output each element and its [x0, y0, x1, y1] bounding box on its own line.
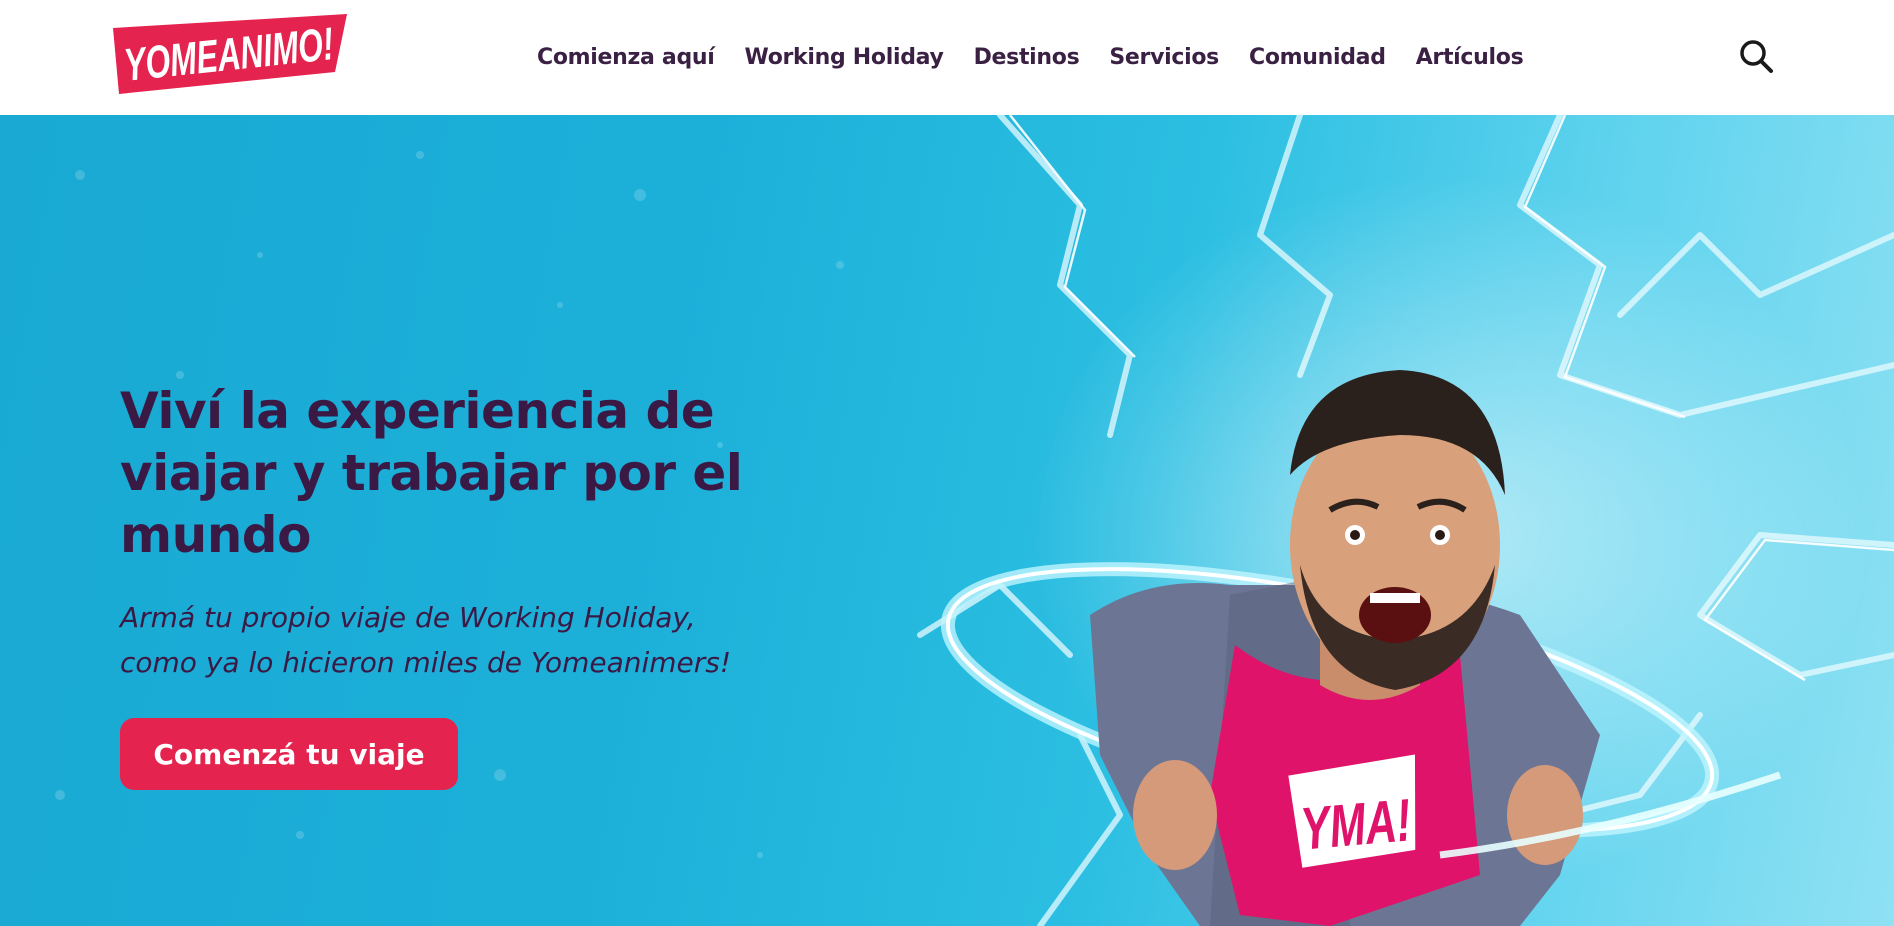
hero-section: YMA! Viví la experiencia de viajar y tra… [0, 115, 1894, 926]
nav-item-servicios[interactable]: Servicios [1109, 45, 1219, 70]
nav-item-working-holiday[interactable]: Working Holiday [745, 45, 944, 70]
nav-item-articulos[interactable]: Artículos [1416, 45, 1524, 70]
search-icon[interactable] [1738, 38, 1774, 74]
hero-subtitle-line2: como ya lo hicieron miles de Yomeanimers… [120, 646, 732, 679]
main-nav: Comienza aquí Working Holiday Destinos S… [537, 0, 1553, 115]
nav-item-comienza-aqui[interactable]: Comienza aquí [537, 45, 715, 70]
hero-subtitle: Armá tu propio viaje de Working Holiday,… [120, 595, 840, 685]
hero-subtitle-line1: Armá tu propio viaje de Working Holiday, [120, 601, 696, 634]
nav-item-comunidad[interactable]: Comunidad [1249, 45, 1386, 70]
site-header: YOMEANIMO! Comienza aquí Working Holiday… [0, 0, 1894, 115]
nav-item-destinos[interactable]: Destinos [974, 45, 1080, 70]
yomeanimo-logo[interactable]: YOMEANIMO! [109, 14, 353, 98]
hero-title: Viví la experiencia de viajar y trabajar… [120, 382, 743, 564]
start-trip-button[interactable]: Comenzá tu viaje [120, 718, 458, 790]
svg-text:YMA!: YMA! [1298, 786, 1413, 862]
